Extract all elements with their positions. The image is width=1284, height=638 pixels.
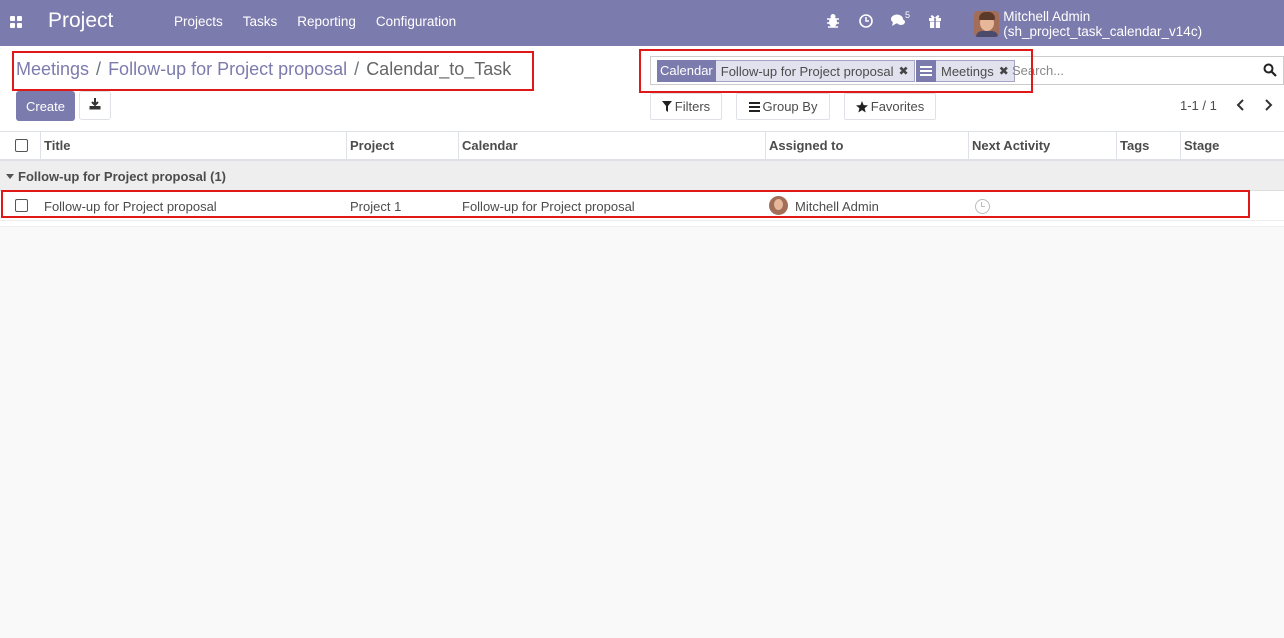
column-header-calendar[interactable]: Calendar (458, 132, 766, 159)
apps-icon[interactable] (10, 16, 23, 28)
cell-title: Follow-up for Project proposal (44, 199, 217, 214)
breadcrumb: Meetings / Follow-up for Project proposa… (16, 59, 511, 80)
column-header-title[interactable]: Title (40, 132, 347, 159)
create-button[interactable]: Create (16, 91, 75, 121)
row-checkbox[interactable] (15, 199, 28, 212)
group-row[interactable]: Follow-up for Project proposal (1) (0, 161, 1284, 191)
filters-button[interactable]: Filters (650, 93, 722, 120)
group-by-button[interactable]: Group By (736, 93, 830, 120)
menu-item-reporting[interactable]: Reporting (297, 14, 356, 29)
breadcrumb-item-meetings[interactable]: Meetings (16, 59, 89, 80)
cell-project: Project 1 (350, 199, 402, 214)
chevron-left-icon[interactable] (1234, 97, 1248, 113)
control-panel: Meetings / Follow-up for Project proposa… (0, 46, 1284, 132)
user-menu[interactable]: Mitchell Admin (sh_project_task_calendar… (974, 9, 1284, 39)
remove-facet-icon[interactable]: ✖ (999, 64, 1009, 78)
pager-value[interactable]: 1-1 / 1 (1180, 98, 1217, 113)
column-header-stage[interactable]: Stage (1180, 132, 1284, 159)
facet-value: Meetings (941, 63, 994, 79)
app-title[interactable]: Project (48, 9, 113, 33)
table-row[interactable]: Follow-up for Project proposal Project 1… (0, 191, 1284, 221)
search-facet-calendar: Calendar Follow-up for Project proposal … (657, 60, 915, 82)
user-name: Mitchell Admin (sh_project_task_calendar… (1003, 9, 1203, 39)
column-header-tags[interactable]: Tags (1116, 132, 1181, 159)
breadcrumb-item-followup[interactable]: Follow-up for Project proposal (108, 59, 347, 80)
search-input[interactable] (1012, 63, 1252, 78)
search-bar: Calendar Follow-up for Project proposal … (650, 56, 1284, 85)
facet-label: Calendar (657, 60, 716, 82)
table-header: Title Project Calendar Assigned to Next … (0, 132, 1284, 161)
column-header-next-activity[interactable]: Next Activity (968, 132, 1117, 159)
search-icon[interactable] (1263, 63, 1277, 77)
menu-item-tasks[interactable]: Tasks (243, 14, 278, 29)
group-label: Follow-up for Project proposal (1) (18, 169, 226, 184)
download-button[interactable] (79, 91, 111, 120)
search-facet-groupby: Meetings ✖ (916, 60, 1015, 82)
user-avatar (974, 11, 1000, 37)
star-icon (855, 100, 868, 112)
filter-icon (661, 101, 672, 112)
chat-icon[interactable]: 5 (890, 10, 911, 31)
column-header-project[interactable]: Project (346, 132, 459, 159)
cell-assigned-to: Mitchell Admin (795, 199, 879, 214)
breadcrumb-separator: / (354, 59, 360, 79)
gift-icon[interactable] (928, 13, 946, 31)
select-all-checkbox[interactable] (15, 139, 28, 152)
favorites-button[interactable]: Favorites (844, 93, 936, 120)
main-menu: Projects Tasks Reporting Configuration (164, 14, 466, 29)
group-by-icon (920, 66, 932, 76)
avatar (769, 196, 788, 215)
activity-clock-icon[interactable] (975, 199, 990, 214)
task-list-table: Title Project Calendar Assigned to Next … (0, 132, 1284, 227)
bug-icon[interactable] (826, 13, 844, 31)
clock-icon[interactable] (858, 13, 876, 31)
chevron-right-icon[interactable] (1261, 97, 1275, 113)
menu-item-configuration[interactable]: Configuration (376, 14, 456, 29)
facet-value: Follow-up for Project proposal (720, 63, 894, 79)
message-count-badge: 5 (905, 10, 911, 20)
breadcrumb-separator: / (96, 59, 102, 79)
caret-down-icon (6, 174, 14, 179)
table-footer (0, 221, 1284, 227)
download-icon (89, 98, 101, 110)
menu-item-projects[interactable]: Projects (174, 14, 223, 29)
breadcrumb-current: Calendar_to_Task (366, 59, 512, 79)
cell-calendar: Follow-up for Project proposal (462, 199, 635, 214)
remove-facet-icon[interactable]: ✖ (898, 64, 908, 78)
group-by-icon (748, 101, 760, 112)
column-header-assigned-to[interactable]: Assigned to (765, 132, 969, 159)
top-navbar: Project Projects Tasks Reporting Configu… (0, 0, 1284, 46)
systray: 5 (826, 10, 960, 31)
